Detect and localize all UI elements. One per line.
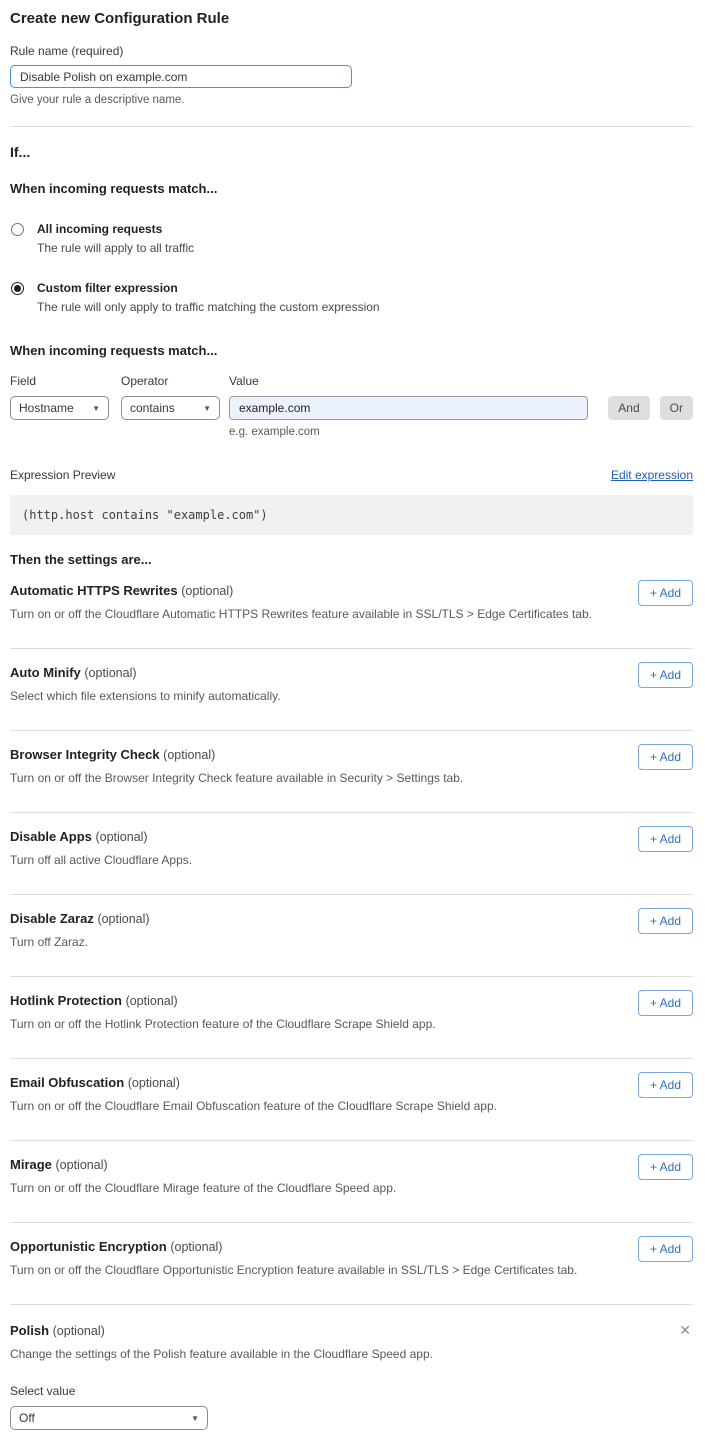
chevron-down-icon: ▼	[92, 404, 100, 413]
add-setting-button[interactable]: + Add	[638, 826, 693, 852]
setting-description: Turn off Zaraz.	[10, 935, 693, 949]
setting-row: Mirage (optional) Turn on or off the Clo…	[10, 1141, 693, 1223]
setting-optional-label: (optional)	[95, 830, 147, 844]
setting-row-polish: Polish (optional) ✕ Change the settings …	[10, 1305, 693, 1430]
setting-description: Turn on or off the Cloudflare Mirage fea…	[10, 1181, 693, 1195]
add-setting-button[interactable]: + Add	[638, 744, 693, 770]
setting-description: Turn on or off the Cloudflare Email Obfu…	[10, 1099, 693, 1113]
setting-title: Polish	[10, 1323, 49, 1338]
edit-expression-link[interactable]: Edit expression	[611, 468, 693, 482]
setting-title: Automatic HTTPS Rewrites	[10, 583, 181, 598]
operator-label: Operator	[121, 374, 229, 388]
setting-row: Automatic HTTPS Rewrites (optional) Turn…	[10, 567, 693, 649]
setting-optional-label: (optional)	[56, 1158, 108, 1172]
create-configuration-rule-form: Create new Configuration Rule Rule name …	[0, 0, 705, 1444]
incoming-requests-match-heading: When incoming requests match...	[10, 181, 693, 196]
close-icon[interactable]: ✕	[677, 1323, 693, 1337]
value-input[interactable]	[229, 396, 588, 420]
setting-title: Browser Integrity Check	[10, 747, 163, 762]
setting-title: Hotlink Protection	[10, 993, 126, 1008]
add-setting-button[interactable]: + Add	[638, 1072, 693, 1098]
radio-option-label: All incoming requests	[37, 222, 194, 236]
or-button[interactable]: Or	[660, 396, 693, 420]
setting-optional-label: (optional)	[128, 1076, 180, 1090]
setting-description: Turn on or off the Cloudflare Opportunis…	[10, 1263, 693, 1277]
setting-optional-label: (optional)	[97, 912, 149, 926]
chevron-down-icon: ▼	[191, 1414, 199, 1423]
setting-row: Auto Minify (optional) Select which file…	[10, 649, 693, 731]
polish-select-value: Off	[19, 1411, 35, 1425]
add-setting-button[interactable]: + Add	[638, 990, 693, 1016]
setting-optional-label: (optional)	[170, 1240, 222, 1254]
setting-description: Select which file extensions to minify a…	[10, 689, 693, 703]
setting-optional-label: (optional)	[181, 584, 233, 598]
radio-option-all-incoming-requests[interactable]: All incoming requests The rule will appl…	[10, 222, 693, 255]
add-setting-button[interactable]: + Add	[638, 1154, 693, 1180]
setting-optional-label: (optional)	[126, 994, 178, 1008]
rule-name-helper: Give your rule a descriptive name.	[10, 94, 693, 106]
setting-row: Hotlink Protection (optional) Turn on or…	[10, 977, 693, 1059]
radio-option-description: The rule will apply to all traffic	[37, 241, 194, 255]
radio-option-label: Custom filter expression	[37, 281, 380, 295]
page-title: Create new Configuration Rule	[10, 10, 693, 27]
radio-button-icon[interactable]	[11, 223, 24, 236]
chevron-down-icon: ▼	[203, 404, 211, 413]
field-select[interactable]: Hostname ▼	[10, 396, 109, 420]
rule-name-field: Rule name (required) Give your rule a de…	[10, 44, 693, 106]
setting-description: Turn on or off the Cloudflare Automatic …	[10, 607, 693, 621]
operator-select-value: contains	[130, 401, 175, 415]
setting-title: Email Obfuscation	[10, 1075, 128, 1090]
setting-optional-label: (optional)	[84, 666, 136, 680]
setting-description: Turn off all active Cloudflare Apps.	[10, 853, 693, 867]
add-setting-button[interactable]: + Add	[638, 908, 693, 934]
field-label: Field	[10, 374, 121, 388]
setting-title: Disable Apps	[10, 829, 95, 844]
field-select-value: Hostname	[19, 401, 74, 415]
add-setting-button[interactable]: + Add	[638, 580, 693, 606]
setting-title: Disable Zaraz	[10, 911, 97, 926]
if-heading: If...	[10, 144, 693, 160]
settings-list: Automatic HTTPS Rewrites (optional) Turn…	[10, 567, 693, 1305]
value-helper: e.g. example.com	[229, 426, 588, 438]
add-setting-button[interactable]: + Add	[638, 1236, 693, 1262]
expression-preview-label: Expression Preview	[10, 468, 115, 482]
setting-optional-label: (optional)	[163, 748, 215, 762]
setting-title: Mirage	[10, 1157, 56, 1172]
then-settings-heading: Then the settings are...	[10, 552, 693, 567]
radio-option-custom-filter-expression[interactable]: Custom filter expression The rule will o…	[10, 281, 693, 314]
expression-builder-row: Field Hostname ▼ Operator contains ▼ Val…	[10, 374, 693, 438]
expression-preview-code: (http.host contains "example.com")	[10, 495, 693, 535]
radio-button-icon[interactable]	[11, 282, 24, 295]
setting-row: Browser Integrity Check (optional) Turn …	[10, 731, 693, 813]
expression-builder-heading: When incoming requests match...	[10, 343, 693, 358]
setting-title: Opportunistic Encryption	[10, 1239, 170, 1254]
select-value-label: Select value	[10, 1384, 693, 1398]
setting-row: Opportunistic Encryption (optional) Turn…	[10, 1223, 693, 1305]
and-button[interactable]: And	[608, 396, 649, 420]
setting-row: Disable Zaraz (optional) Turn off Zaraz.…	[10, 895, 693, 977]
radio-option-description: The rule will only apply to traffic matc…	[37, 300, 380, 314]
setting-description: Turn on or off the Hotlink Protection fe…	[10, 1017, 693, 1031]
setting-optional-label: (optional)	[53, 1324, 105, 1338]
polish-value-select[interactable]: Off ▼	[10, 1406, 208, 1430]
setting-row: Disable Apps (optional) Turn off all act…	[10, 813, 693, 895]
setting-row: Email Obfuscation (optional) Turn on or …	[10, 1059, 693, 1141]
rule-name-label: Rule name (required)	[10, 44, 693, 58]
value-label: Value	[229, 374, 588, 388]
section-divider	[10, 126, 693, 127]
add-setting-button[interactable]: + Add	[638, 662, 693, 688]
setting-title: Auto Minify	[10, 665, 84, 680]
setting-description: Change the settings of the Polish featur…	[10, 1347, 693, 1361]
rule-name-input[interactable]	[10, 65, 352, 88]
operator-select[interactable]: contains ▼	[121, 396, 220, 420]
setting-description: Turn on or off the Browser Integrity Che…	[10, 771, 693, 785]
